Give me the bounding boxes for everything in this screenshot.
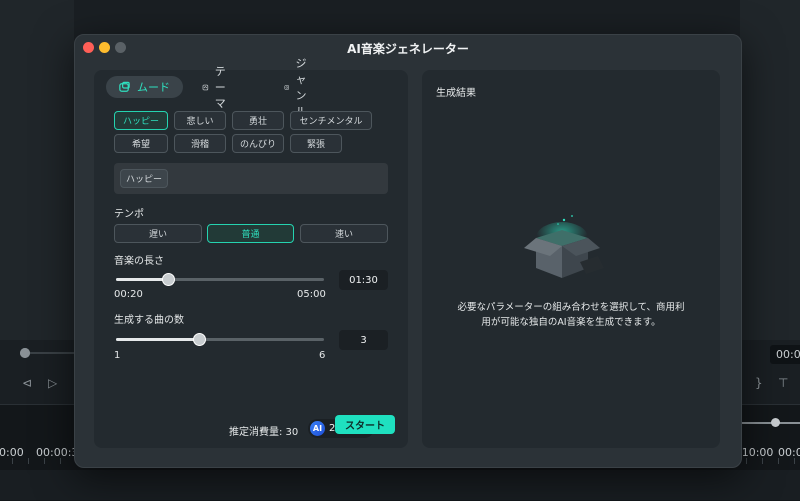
mood-chip[interactable]: のんびり — [232, 134, 284, 153]
tab-theme-label: テーマ — [214, 65, 226, 110]
tab-genre[interactable]: ジャンル — [272, 57, 326, 118]
dialog-title: AI音楽ジェネレーター — [347, 42, 469, 56]
settings-panel: ムード テーマ ジャンル ハッピー 悲しい 勇壮 センチメンタル 希望 滑稽 の… — [94, 57, 408, 448]
start-button[interactable]: スタート — [335, 415, 395, 434]
timeline-label: 00:00 — [778, 446, 800, 459]
song-count-min-label: 1 — [114, 350, 121, 361]
length-label: 音楽の長さ — [114, 256, 164, 267]
tab-genre-label: ジャンル — [295, 57, 307, 118]
genre-icon — [284, 84, 289, 90]
tempo-option-slow[interactable]: 遅い — [114, 224, 202, 243]
prev-frame-icon[interactable]: ⊲ — [22, 376, 32, 390]
song-count-slider[interactable] — [116, 333, 324, 346]
result-title: 生成結果 — [436, 88, 476, 99]
result-message: 必要なパラメーターの組み合わせを選択して、商用利 用が可能な独自のAI音楽を生成… — [422, 300, 720, 330]
timeline-track[interactable] — [0, 470, 800, 500]
song-count-slider-fill — [116, 338, 200, 341]
result-panel: 生成結果 必要なパラメーターの組み合わせを選択して、商用利 用が可能な独自のAI… — [422, 70, 720, 448]
play-icon[interactable]: ▷ — [48, 376, 57, 390]
editor-right-panel — [740, 0, 800, 340]
estimated-cost-label: 推定消費量: 30 — [229, 427, 299, 438]
preview-scrubber-track[interactable] — [30, 352, 74, 354]
mood-icon — [119, 81, 130, 92]
mood-chip[interactable]: 悲しい — [174, 111, 226, 130]
empty-box-icon — [524, 215, 604, 278]
tempo-option-normal[interactable]: 普通 — [207, 224, 294, 243]
bracket-icon[interactable]: } — [755, 376, 763, 390]
mood-chip[interactable]: 勇壮 — [232, 111, 284, 130]
marker-icon[interactable]: ⊤ — [778, 376, 788, 390]
mood-chip[interactable]: 希望 — [114, 134, 168, 153]
timeline-playhead-track — [740, 422, 800, 424]
tempo-label: テンポ — [114, 209, 144, 220]
title-bar: AI音楽ジェネレーター — [75, 35, 741, 61]
tab-mood-label: ムード — [137, 81, 170, 94]
result-message-line: 必要なパラメーターの組み合わせを選択して、商用利 — [457, 302, 685, 313]
ai-music-generator-dialog: AI音楽ジェネレーター ムード テーマ ジャンル ハッピー 悲しい 勇壮 センチ… — [74, 34, 742, 468]
selected-tags-box[interactable]: ハッピー — [114, 163, 388, 194]
editor-left-panel — [0, 0, 74, 358]
ai-credit-icon: AI — [310, 421, 325, 436]
result-message-line: 用が可能な独自のAI音楽を生成できます。 — [481, 317, 661, 328]
preview-time-readout: 00:0 — [770, 345, 800, 364]
length-min-label: 00:20 — [114, 289, 143, 300]
theme-icon — [202, 84, 209, 90]
preview-scrubber-knob[interactable] — [20, 348, 30, 358]
mood-chip[interactable]: 滑稽 — [174, 134, 226, 153]
selected-tag[interactable]: ハッピー — [120, 169, 168, 188]
length-slider[interactable] — [116, 273, 324, 286]
length-value-box[interactable]: 01:30 — [339, 270, 388, 290]
length-slider-knob[interactable] — [162, 273, 175, 286]
song-count-value-box[interactable]: 3 — [339, 330, 388, 350]
length-slider-fill — [116, 278, 168, 281]
mood-chip[interactable]: 緊張 — [290, 134, 342, 153]
timeline-playhead[interactable] — [771, 418, 780, 427]
timeline-label: 00:00:3 — [36, 446, 79, 459]
mood-chip[interactable]: ハッピー — [114, 111, 168, 130]
tab-theme[interactable]: テーマ — [190, 65, 244, 110]
length-max-label: 05:00 — [297, 289, 326, 300]
song-count-slider-knob[interactable] — [193, 333, 207, 346]
tab-mood[interactable]: ムード — [106, 76, 183, 98]
song-count-label: 生成する曲の数 — [114, 315, 184, 326]
song-count-max-label: 6 — [319, 350, 326, 361]
tempo-option-fast[interactable]: 速い — [300, 224, 388, 243]
mood-chip[interactable]: センチメンタル — [290, 111, 372, 130]
